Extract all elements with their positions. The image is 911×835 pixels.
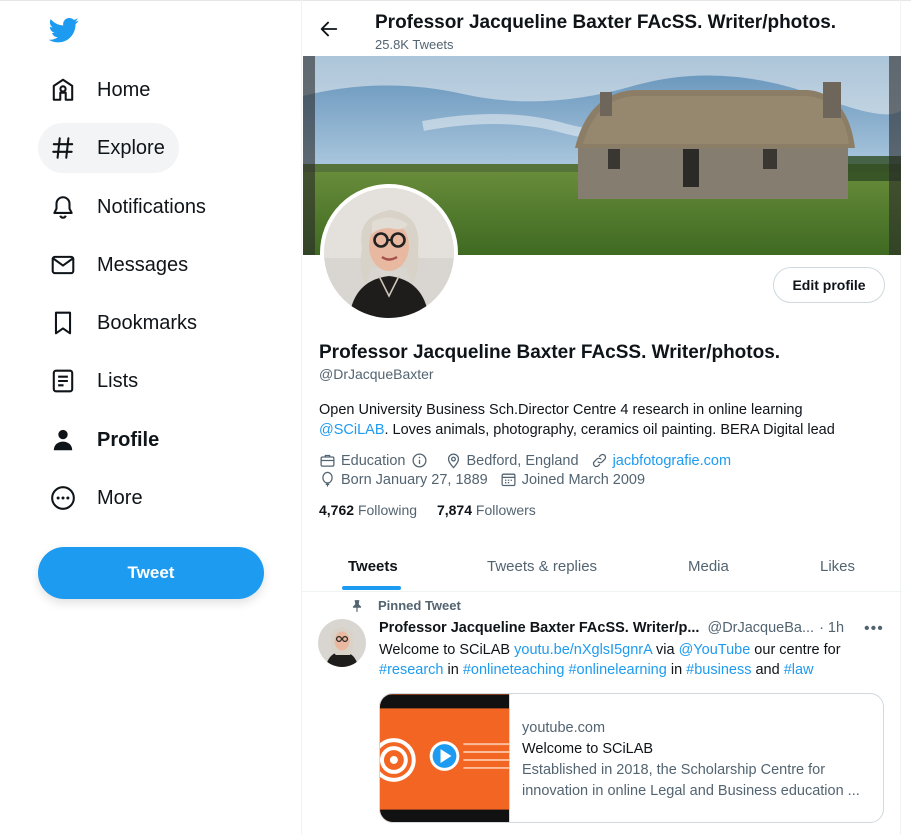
tweet-text-part: our centre for <box>750 642 841 658</box>
pinned-label: Pinned Tweet <box>378 598 461 613</box>
card-description: Established in 2018, the Scholarship Cen… <box>522 762 860 799</box>
tweet-button[interactable]: Tweet <box>38 547 264 599</box>
nav-item-profile[interactable]: Profile <box>38 415 173 465</box>
profile-name: Professor Jacqueline Baxter FAcSS. Write… <box>319 342 781 363</box>
following-count: 4,762 <box>319 502 355 518</box>
briefcase-icon <box>320 454 335 467</box>
profile-category: Education <box>341 452 406 469</box>
tweet-text-part: in <box>443 662 463 678</box>
active-tab-indicator <box>342 586 401 590</box>
hashtag-link[interactable]: #onlineteaching <box>463 662 565 678</box>
tab-likes[interactable]: Likes <box>820 540 855 592</box>
profile-stats: 4,762 Following 7,874 Followers <box>319 502 536 518</box>
hashtag-link[interactable]: #onlinelearning <box>568 662 666 678</box>
bookmark-icon <box>54 311 72 335</box>
nav-label-home: Home <box>97 78 151 101</box>
profile-header: Professor Jacqueline Baxter FAcSS. Write… <box>302 0 902 56</box>
nav-label-notifications: Notifications <box>97 195 206 218</box>
calendar-icon <box>501 473 516 487</box>
profile-website-link[interactable]: jacbfotografie.com <box>613 453 731 469</box>
card-title: Welcome to SCiLAB <box>522 741 654 757</box>
nav-item-messages[interactable]: Messages <box>38 240 202 290</box>
edit-profile-button[interactable]: Edit profile <box>773 267 885 303</box>
profile-meta-row-1: Education Bedford, England jacbfotografi… <box>319 452 731 469</box>
nav-label-more: More <box>97 486 143 509</box>
nav-item-bookmarks[interactable]: Bookmarks <box>38 298 211 348</box>
tweet-author-name[interactable]: Professor Jacqueline Baxter FAcSS. Write… <box>379 620 699 636</box>
more-options-icon[interactable]: ••• <box>864 620 884 638</box>
back-arrow-icon[interactable] <box>318 18 340 40</box>
bio-mention-link[interactable]: @SCiLAB <box>319 422 385 438</box>
nav-label-bookmarks: Bookmarks <box>97 311 198 334</box>
pin-icon <box>352 599 362 612</box>
tab-tweets[interactable]: Tweets <box>348 540 398 592</box>
tweet-url-link[interactable]: youtu.be/nXglsI5gnrA <box>514 642 652 658</box>
profile-tabs: Tweets Tweets & replies Media Likes <box>302 540 902 592</box>
profile-handle: @DrJacqueBaxter <box>319 366 434 382</box>
location-pin-icon <box>447 453 459 469</box>
tweet-text-part: via <box>651 642 679 658</box>
tweet-mention-link[interactable]: @YouTube <box>679 642 751 658</box>
header-title: Professor Jacqueline Baxter FAcSS. Write… <box>375 12 837 33</box>
tweet-timestamp[interactable]: · 1h <box>819 620 844 636</box>
info-icon[interactable] <box>411 452 428 469</box>
bell-icon <box>53 196 73 219</box>
profile-join-date: Joined March 2009 <box>521 471 646 488</box>
nav-label-explore: Explore <box>97 136 165 159</box>
hashtag-icon <box>52 137 74 159</box>
header-tweet-count: 25.8K Tweets <box>375 37 454 52</box>
tweet-text-part: Welcome to SCiLAB <box>379 642 515 658</box>
followers-count: 7,874 <box>436 502 473 518</box>
bio-text: Open University Business Sch.Director Ce… <box>319 402 803 418</box>
link-icon <box>592 453 606 468</box>
bio-text-rest: . Loves animals, photography, ceramics o… <box>384 422 835 438</box>
profile-avatar[interactable] <box>320 184 458 322</box>
balloon-icon <box>322 471 333 487</box>
nav-item-lists[interactable]: Lists <box>38 356 152 406</box>
twitter-logo-icon[interactable] <box>49 15 79 45</box>
home-icon <box>52 78 74 101</box>
nav-item-notifications[interactable]: Notifications <box>38 182 220 232</box>
hashtag-link[interactable]: #business <box>686 662 751 678</box>
more-circle-icon <box>51 486 75 510</box>
tweet-author-handle[interactable]: @DrJacqueBa... <box>707 620 814 636</box>
followers-link[interactable]: 7,874 Followers <box>437 502 536 518</box>
tab-media[interactable]: Media <box>688 540 729 592</box>
tweet-text-part: in <box>666 662 687 678</box>
following-label: Following <box>357 502 418 518</box>
tweet-text-part: and <box>751 662 784 678</box>
nav-label-profile: Profile <box>97 428 160 451</box>
profile-location: Bedford, England <box>466 452 579 469</box>
nav-item-explore[interactable]: Explore <box>38 123 179 173</box>
tweet-author-avatar[interactable] <box>318 619 366 667</box>
card-body: youtube.com Welcome to SCiLAB Establishe… <box>510 694 883 822</box>
tab-tweets-and-replies[interactable]: Tweets & replies <box>487 540 597 592</box>
profile-bio: Open University Business Sch.Director Ce… <box>319 400 889 440</box>
link-preview-card[interactable]: youtube.com Welcome to SCiLAB Establishe… <box>379 693 884 823</box>
followers-label: Followers <box>475 502 536 518</box>
nav-item-more[interactable]: More <box>38 473 157 523</box>
nav-item-home[interactable]: Home <box>38 65 164 115</box>
nav-label-lists: Lists <box>97 369 139 392</box>
tweet-text: Welcome to SCiLAB youtu.be/nXglsI5gnrA v… <box>379 640 884 680</box>
pinned-label-row: Pinned Tweet <box>350 598 461 613</box>
profile-column: Professor Jacqueline Baxter FAcSS. Write… <box>301 0 902 835</box>
hashtag-link[interactable]: #research <box>379 662 443 678</box>
profile-meta-row-2: Born January 27, 1889 Joined March 2009 <box>319 471 645 488</box>
following-link[interactable]: 4,762 Following <box>319 502 417 518</box>
list-icon <box>52 369 74 393</box>
card-domain: youtube.com <box>522 720 606 736</box>
person-icon <box>53 429 73 451</box>
hashtag-link[interactable]: #law <box>784 662 814 678</box>
nav-label-messages: Messages <box>97 253 189 276</box>
profile-birthdate: Born January 27, 1889 <box>341 471 488 488</box>
envelope-icon <box>51 255 75 275</box>
video-thumbnail[interactable] <box>380 694 510 823</box>
tweet-header: Professor Jacqueline Baxter FAcSS. Write… <box>379 620 844 636</box>
